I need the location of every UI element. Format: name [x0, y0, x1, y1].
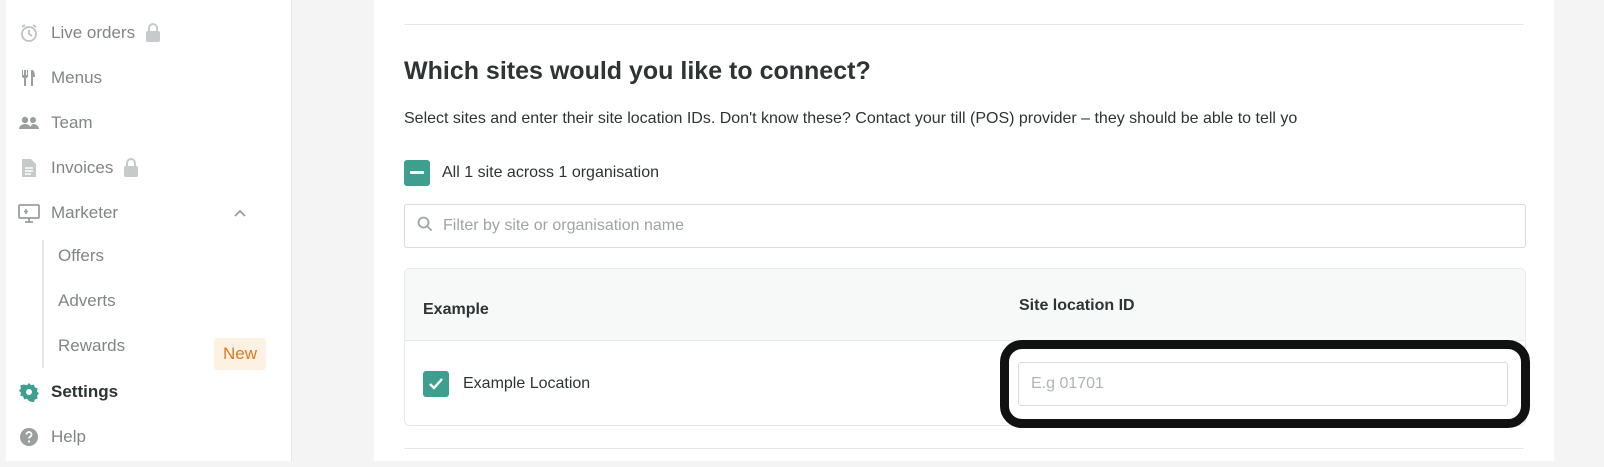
page-title: Which sites would you like to connect?	[404, 57, 871, 85]
sidebar-item-menus[interactable]: Menus	[18, 64, 102, 92]
lock-icon	[145, 23, 161, 43]
site-row-checkbox[interactable]: Example Location	[423, 371, 590, 397]
sidebar-subitem-rewards[interactable]: Rewards	[58, 333, 125, 359]
sidebar-item-live-orders[interactable]: Live orders	[18, 19, 161, 47]
indeterminate-checkbox-icon	[404, 160, 430, 186]
lock-icon	[123, 158, 139, 178]
sidebar-subitem-label: Offers	[58, 246, 104, 265]
sidebar-subitem-adverts[interactable]: Adverts	[58, 288, 116, 314]
chevron-up-icon[interactable]	[232, 206, 248, 222]
search-icon	[417, 216, 433, 237]
table-header: Example Site location ID	[405, 269, 1525, 341]
sidebar: Live orders Menus Team Invoices Marketer…	[6, 0, 292, 461]
site-name: Example Location	[463, 375, 591, 392]
clock-icon	[18, 22, 40, 44]
instructions-text: Select sites and enter their site locati…	[404, 110, 1298, 127]
sidebar-item-invoices[interactable]: Invoices	[18, 154, 139, 182]
sidebar-subitem-label: Rewards	[58, 336, 126, 355]
divider	[404, 448, 1524, 449]
sidebar-item-label: Team	[51, 113, 93, 132]
filter-input[interactable]	[443, 217, 1503, 235]
column-header-example: Example	[423, 301, 489, 318]
monitor-icon	[18, 202, 40, 224]
sidebar-item-label: Invoices	[51, 158, 114, 177]
cutlery-icon	[18, 67, 40, 89]
sidebar-item-label: Help	[51, 427, 86, 446]
sidebar-item-label: Live orders	[51, 23, 136, 42]
checkmark-icon	[423, 371, 449, 397]
filter-field[interactable]	[404, 204, 1526, 248]
people-icon	[18, 112, 40, 134]
sidebar-item-help[interactable]: Help	[18, 423, 86, 451]
select-all-label: All 1 site across 1 organisation	[442, 164, 659, 181]
sidebar-subitem-offers[interactable]: Offers	[58, 243, 104, 269]
site-location-id-input[interactable]	[1018, 362, 1508, 406]
sidebar-item-team[interactable]: Team	[18, 109, 93, 137]
help-icon	[18, 426, 40, 448]
submenu-rail	[42, 240, 44, 368]
select-all-checkbox[interactable]: All 1 site across 1 organisation	[404, 160, 659, 186]
sidebar-item-label: Settings	[51, 382, 119, 401]
new-badge: New	[214, 338, 266, 370]
sidebar-item-marketer[interactable]: Marketer	[18, 199, 118, 227]
gear-icon	[18, 381, 40, 403]
column-header-site-location-id: Site location ID	[1019, 297, 1135, 314]
sidebar-item-settings[interactable]: Settings	[18, 378, 118, 406]
divider	[404, 24, 1524, 25]
app-frame: Live orders Menus Team Invoices Marketer…	[0, 0, 1604, 467]
sidebar-item-label: Marketer	[51, 203, 119, 222]
sidebar-subitem-label: Adverts	[58, 291, 116, 310]
document-icon	[18, 157, 40, 179]
sidebar-item-label: Menus	[51, 68, 103, 87]
